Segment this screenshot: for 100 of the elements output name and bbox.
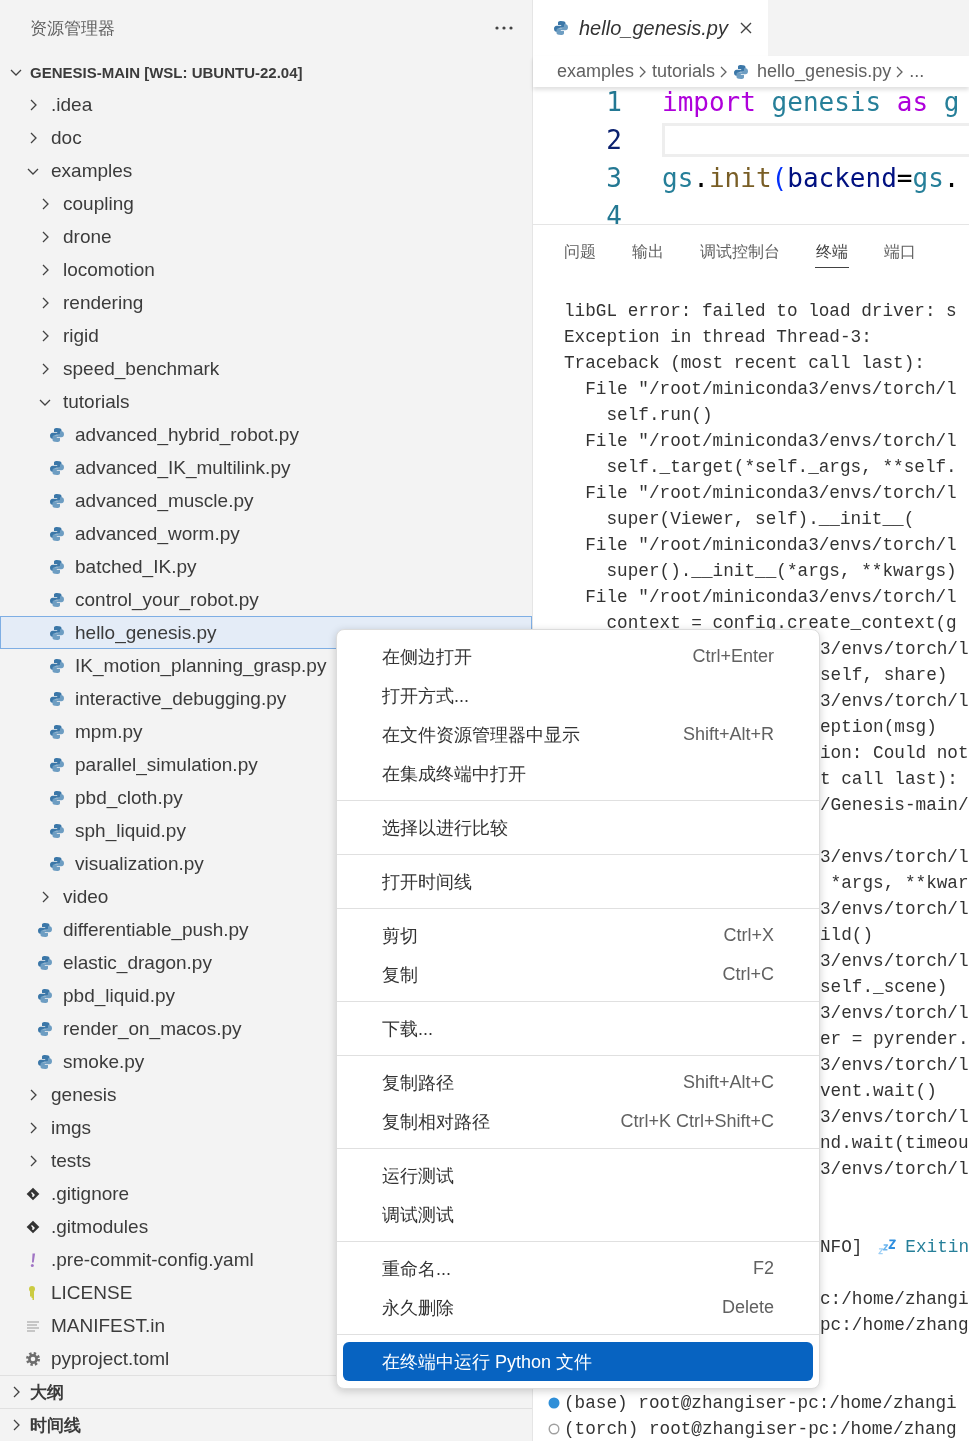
terminal-line: /Genesis-main/ xyxy=(820,794,969,817)
python-icon xyxy=(49,822,65,839)
terminal-line: 3/envs/torch/l xyxy=(820,846,969,869)
menu-item[interactable]: 打开方式... xyxy=(337,676,819,715)
menu-item[interactable]: 运行测试 xyxy=(337,1156,819,1195)
section-title[interactable]: 大纲 xyxy=(30,1380,64,1404)
menu-item[interactable]: 剪切 Ctrl+X xyxy=(337,916,819,955)
terminal-line: self.run() xyxy=(605,404,713,427)
tree-item[interactable]: drone xyxy=(0,220,532,253)
menu-item[interactable]: 下载... xyxy=(337,1009,819,1048)
editor-tab[interactable]: hello_genesis.py xyxy=(533,0,768,56)
line-number: 1 xyxy=(605,87,622,117)
code-line: import genesis as g xyxy=(662,87,961,119)
tree-item[interactable]: .idea xyxy=(0,88,532,121)
breadcrumb[interactable]: examples xyxy=(557,61,635,82)
terminal-line: File "/root/miniconda3/envs/torch/l xyxy=(584,586,957,609)
terminal-line: 3/envs/torch/l xyxy=(820,638,969,661)
python-icon xyxy=(553,20,569,36)
python-icon xyxy=(733,63,750,80)
terminal-line: 3/envs/torch/l xyxy=(820,1002,969,1025)
menu-item[interactable]: 重命名... F2 xyxy=(337,1249,819,1288)
python-icon xyxy=(49,624,65,641)
terminal-line: (base) root@zhangiser-pc:/home/zhangi xyxy=(564,1392,957,1415)
python-icon xyxy=(37,954,53,971)
menu-item[interactable]: 在终端中运行 Python 文件 xyxy=(343,1342,813,1381)
python-icon xyxy=(49,723,65,740)
terminal-line: *args, **kwar xyxy=(829,872,969,895)
terminal-line: 3/envs/torch/l xyxy=(820,1158,969,1181)
python-icon xyxy=(49,558,65,575)
menu-item[interactable]: 选择以进行比较 xyxy=(337,808,819,847)
python-icon xyxy=(49,855,65,872)
tree-item[interactable]: speed_benchmark xyxy=(0,352,532,385)
terminal-line: nd.wait(timeou xyxy=(820,1132,969,1155)
tree-item[interactable]: coupling xyxy=(0,187,532,220)
python-icon xyxy=(49,657,65,674)
terminal-line: er = pyrender. xyxy=(820,1028,969,1051)
terminal-line: c:/home/zhangi xyxy=(820,1288,969,1311)
terminal-line: context = config.create_context(g xyxy=(605,612,957,635)
python-icon xyxy=(49,525,65,542)
section-title[interactable]: GENESIS-MAIN [WSL: UBUNTU-22.04] xyxy=(30,63,303,81)
breadcrumb[interactable]: hello_genesis.py xyxy=(757,61,892,82)
panel-tab[interactable]: 调试控制台 xyxy=(699,238,781,268)
python-icon xyxy=(49,756,65,773)
tree-item[interactable]: tutorials xyxy=(0,385,532,418)
terminal-line: 3/envs/torch/l xyxy=(820,690,969,713)
terminal-line: t call last): xyxy=(820,768,958,791)
tree-item[interactable]: locomotion xyxy=(0,253,532,286)
python-icon xyxy=(49,459,65,476)
terminal-line: File "/root/miniconda3/envs/torch/l xyxy=(584,534,957,557)
menu-item[interactable]: 打开时间线 xyxy=(337,862,819,901)
python-icon xyxy=(37,1053,53,1070)
tree-item[interactable]: control_your_robot.py xyxy=(0,583,532,616)
tree-item[interactable]: doc xyxy=(0,121,532,154)
menu-item[interactable]: 调试测试 xyxy=(337,1195,819,1234)
tree-item[interactable]: advanced_IK_multilink.py xyxy=(0,451,532,484)
tree-item[interactable]: rigid xyxy=(0,319,532,352)
menu-item[interactable]: 在文件资源管理器中显示 Shift+Alt+R xyxy=(337,715,819,754)
panel-tab[interactable]: 端口 xyxy=(883,238,917,268)
line-number: 2 xyxy=(605,125,622,155)
tree-item[interactable]: batched_IK.py xyxy=(0,550,532,583)
section-title[interactable]: 时间线 xyxy=(30,1413,81,1437)
python-icon xyxy=(49,426,65,443)
terminal-line: self, share) xyxy=(820,664,948,687)
tree-item[interactable]: examples xyxy=(0,154,532,187)
python-icon xyxy=(49,492,65,509)
terminal-line: 3/envs/torch/l xyxy=(820,1106,969,1129)
menu-item[interactable]: 永久删除 Delete xyxy=(337,1288,819,1327)
tree-item[interactable]: rendering xyxy=(0,286,532,319)
terminal-line: File "/root/miniconda3/envs/torch/l xyxy=(584,378,957,401)
terminal-line: pc:/home/zhang xyxy=(820,1314,969,1337)
panel-title: 资源管理器 xyxy=(30,17,115,40)
menu-item[interactable]: 复制相对路径 Ctrl+K Ctrl+Shift+C xyxy=(337,1102,819,1141)
terminal-line: self._scene) xyxy=(820,976,948,999)
python-icon xyxy=(49,789,65,806)
panel-tab[interactable]: 终端 xyxy=(815,238,849,268)
terminal-line: eption(msg) xyxy=(820,716,937,739)
terminal-line: self._target(*self._args, **self. xyxy=(605,456,957,479)
line-number: 3 xyxy=(605,163,622,193)
close-icon[interactable] xyxy=(738,20,754,36)
terminal-line: 3/envs/torch/l xyxy=(820,950,969,973)
menu-item[interactable]: 复制路径 Shift+Alt+C xyxy=(337,1063,819,1102)
breadcrumb[interactable]: ... xyxy=(909,61,925,82)
breadcrumb[interactable]: tutorials xyxy=(652,61,716,82)
terminal-line: ion: Could not xyxy=(820,742,969,765)
gear-icon xyxy=(25,1350,41,1367)
tree-item[interactable]: advanced_worm.py xyxy=(0,517,532,550)
python-icon xyxy=(37,921,53,938)
panel-tab[interactable]: 问题 xyxy=(563,238,597,268)
terminal-line: 3/envs/torch/l xyxy=(820,898,969,921)
terminal-line: File "/root/miniconda3/envs/torch/l xyxy=(584,482,957,505)
tree-item[interactable]: advanced_hybrid_robot.py xyxy=(0,418,532,451)
code-line: gs.init(backend=gs. xyxy=(662,162,961,195)
more-icon[interactable] xyxy=(494,25,514,31)
tree-item[interactable]: advanced_muscle.py xyxy=(0,484,532,517)
terminal-line: ild() xyxy=(820,924,874,947)
terminal-line: (torch) root@zhangiser-pc:/home/zhang xyxy=(564,1418,957,1441)
menu-item[interactable]: 在集成终端中打开 xyxy=(337,754,819,793)
panel-tab[interactable]: 输出 xyxy=(631,238,665,268)
menu-item[interactable]: 复制 Ctrl+C xyxy=(337,955,819,994)
terminal-line: File "/root/miniconda3/envs/torch/l xyxy=(584,430,957,453)
